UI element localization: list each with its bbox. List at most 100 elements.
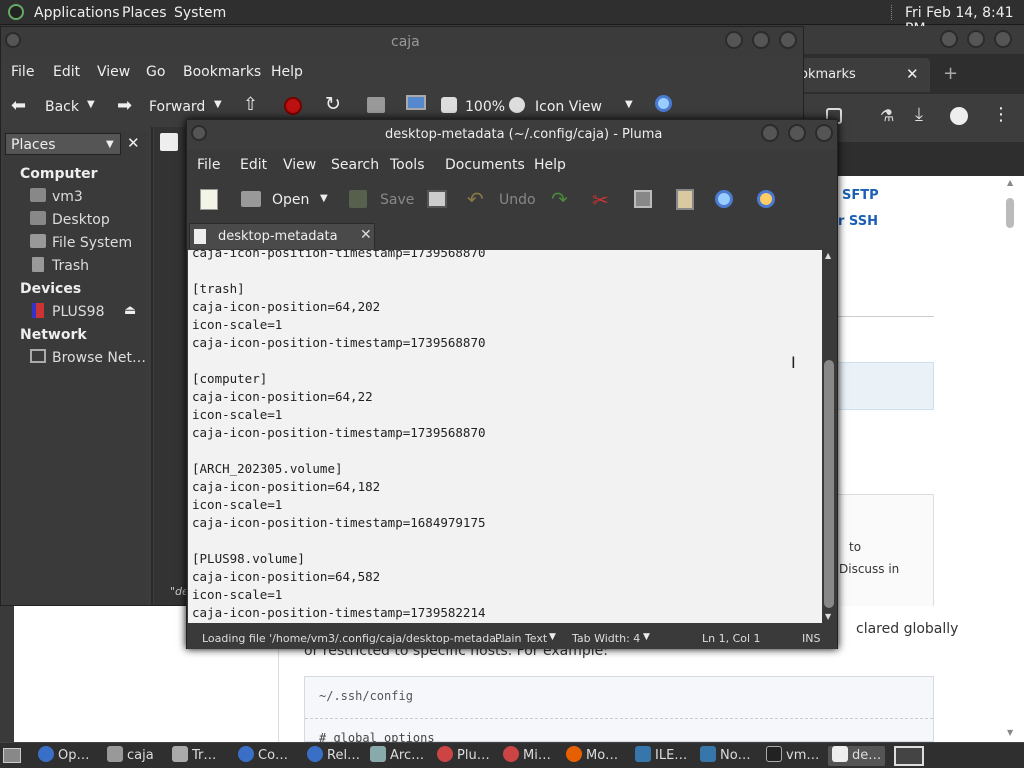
- close-tab-icon[interactable]: ✕: [360, 227, 372, 243]
- copy-icon[interactable]: [634, 190, 652, 208]
- chevron-down-icon[interactable]: ▼: [625, 99, 633, 110]
- cut-icon[interactable]: ✂: [592, 188, 609, 212]
- browser-tab[interactable]: okmarks ✕: [800, 58, 930, 92]
- save-button[interactable]: Save: [380, 192, 414, 208]
- taskbar-item-mi[interactable]: Mi…: [503, 746, 551, 766]
- editor-scrollbar[interactable]: ▲ ▼: [822, 250, 836, 623]
- sidebar-header[interactable]: Places ▼: [5, 133, 121, 155]
- zoom-level[interactable]: 100%: [465, 99, 505, 115]
- places-menu[interactable]: Places: [122, 5, 167, 21]
- applications-menu[interactable]: Applications: [34, 5, 120, 21]
- minimize-button[interactable]: [725, 31, 743, 49]
- new-tab-icon[interactable]: +: [943, 63, 958, 84]
- ssh-link[interactable]: r SSH: [838, 214, 878, 229]
- close-button[interactable]: [994, 30, 1012, 48]
- taskbar-item-opera[interactable]: Op…: [38, 746, 89, 766]
- up-icon[interactable]: ⇧: [243, 94, 258, 115]
- forward-button[interactable]: Forward: [149, 99, 205, 115]
- reload-icon[interactable]: ↻: [325, 93, 341, 115]
- close-button[interactable]: [815, 124, 833, 142]
- paste-icon[interactable]: [676, 189, 694, 210]
- menu-file[interactable]: File: [197, 157, 220, 173]
- minimize-button[interactable]: [761, 124, 779, 142]
- open-button[interactable]: Open: [272, 192, 309, 208]
- scroll-up-icon[interactable]: ▲: [1007, 178, 1013, 187]
- replace-icon[interactable]: [757, 190, 775, 208]
- home-icon[interactable]: [367, 97, 385, 113]
- menu-file[interactable]: File: [11, 64, 34, 80]
- forward-arrow-icon[interactable]: ➡: [117, 95, 132, 116]
- menu-view[interactable]: View: [283, 157, 316, 173]
- window-menu-button[interactable]: [5, 32, 21, 48]
- chevron-down-icon[interactable]: ▼: [320, 193, 328, 204]
- minimize-button[interactable]: [940, 30, 958, 48]
- sidebar-item-desktop[interactable]: Desktop: [52, 212, 110, 228]
- taskbar-item-ile[interactable]: ILE…: [635, 746, 687, 766]
- taskbar-item-co[interactable]: Co…: [238, 746, 288, 766]
- sidebar-item-plus98[interactable]: PLUS98: [52, 304, 105, 320]
- menu-view[interactable]: View: [97, 64, 130, 80]
- menu-edit[interactable]: Edit: [240, 157, 267, 173]
- close-icon[interactable]: ✕: [906, 65, 919, 83]
- undo-icon[interactable]: ↶: [467, 187, 484, 211]
- pluma-titlebar[interactable]: desktop-metadata (~/.config/caja) - Plum…: [187, 120, 837, 150]
- menu-search[interactable]: Search: [331, 157, 379, 173]
- menu-tools[interactable]: Tools: [390, 157, 425, 173]
- computer-icon[interactable]: [406, 95, 426, 110]
- open-icon[interactable]: [241, 191, 261, 207]
- undo-button[interactable]: Undo: [499, 192, 536, 208]
- taskbar-item-mo[interactable]: Mo…: [566, 746, 618, 766]
- view-mode-select[interactable]: Icon View: [535, 99, 602, 115]
- taskbar-item-arc[interactable]: Arc…: [370, 746, 424, 766]
- back-arrow-icon[interactable]: ⬅: [11, 95, 26, 116]
- tab-width-select[interactable]: Tab Width: 4: [572, 632, 640, 645]
- document-tab[interactable]: desktop-metadata ✕: [189, 223, 375, 249]
- chevron-down-icon[interactable]: ▼: [643, 632, 650, 642]
- text-editor[interactable]: caja-icon-position-timestamp=1739568870 …: [188, 250, 822, 623]
- workspace-switcher[interactable]: [894, 746, 924, 766]
- scroll-down-icon[interactable]: ▼: [1007, 728, 1013, 737]
- taskbar-item-de[interactable]: de…: [828, 746, 886, 766]
- menu-bookmarks[interactable]: Bookmarks: [183, 64, 261, 80]
- sftp-link[interactable]: SFTP: [842, 188, 879, 203]
- search-icon[interactable]: [655, 95, 672, 112]
- taskbar-item-plu[interactable]: Plu…: [437, 746, 490, 766]
- eject-icon[interactable]: ⏏: [124, 303, 136, 318]
- scroll-up-icon[interactable]: ▲: [825, 251, 831, 260]
- new-document-icon[interactable]: [200, 189, 218, 210]
- close-sidebar-icon[interactable]: ✕: [127, 134, 140, 152]
- sidebar-item-browse-network[interactable]: Browse Net…: [52, 350, 146, 366]
- save-icon[interactable]: [349, 190, 367, 208]
- maximize-button[interactable]: [752, 31, 770, 49]
- chevron-down-icon[interactable]: ▼: [87, 99, 95, 110]
- syntax-select[interactable]: Plain Text: [495, 632, 547, 645]
- menu-help[interactable]: Help: [534, 157, 566, 173]
- pane-separator[interactable]: [151, 127, 153, 605]
- maximize-button[interactable]: [788, 124, 806, 142]
- scrollbar-thumb[interactable]: [1006, 198, 1014, 228]
- account-icon[interactable]: [950, 107, 968, 125]
- scroll-down-icon[interactable]: ▼: [825, 612, 831, 621]
- menu-edit[interactable]: Edit: [53, 64, 80, 80]
- flask-icon[interactable]: ⚗: [880, 106, 894, 125]
- scrollbar-thumb[interactable]: [824, 360, 834, 608]
- find-icon[interactable]: [715, 190, 733, 208]
- editor-content[interactable]: caja-icon-position-timestamp=1739568870 …: [188, 250, 822, 622]
- edit-icon[interactable]: [160, 133, 178, 151]
- taskbar-item-trash[interactable]: Tr…: [172, 746, 216, 766]
- taskbar-item-rel[interactable]: Rel…: [307, 746, 360, 766]
- print-icon[interactable]: [427, 190, 447, 208]
- zoom-out-icon[interactable]: [441, 97, 457, 113]
- maximize-button[interactable]: [967, 30, 985, 48]
- sidebar-item-vm3[interactable]: vm3: [52, 189, 83, 205]
- show-desktop-icon[interactable]: [3, 748, 21, 763]
- back-button[interactable]: Back: [45, 99, 79, 115]
- taskbar-item-vm[interactable]: vm…: [766, 746, 819, 766]
- menu-go[interactable]: Go: [146, 64, 165, 80]
- menu-icon[interactable]: ⋮: [992, 104, 1010, 125]
- download-icon[interactable]: ⤓: [915, 104, 923, 125]
- taskbar-item-no[interactable]: No…: [700, 746, 751, 766]
- chevron-down-icon[interactable]: ▼: [549, 632, 556, 642]
- chevron-down-icon[interactable]: ▼: [214, 99, 222, 110]
- sidebar-item-filesystem[interactable]: File System: [52, 235, 132, 251]
